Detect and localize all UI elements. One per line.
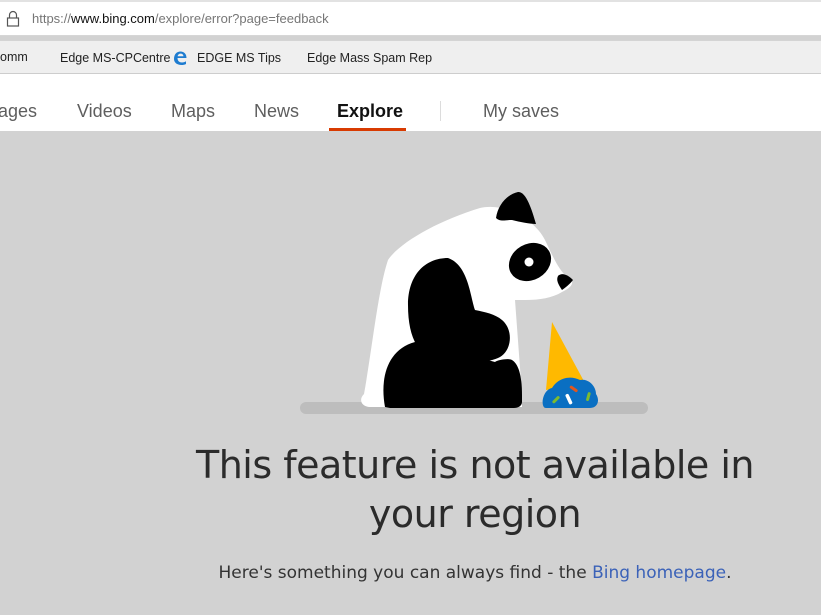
favorite-label: EDGE MS Tips xyxy=(197,51,282,65)
tab-maps[interactable]: Maps xyxy=(171,101,215,122)
url-host: www.bing.com xyxy=(71,11,155,26)
bing-homepage-link[interactable]: Bing homepage xyxy=(592,563,726,583)
favorite-item[interactable]: omm xyxy=(0,50,28,64)
lock-icon xyxy=(6,10,20,27)
microsoft-logo-icon xyxy=(282,50,298,66)
error-subline: Here's something you can always find - t… xyxy=(150,563,800,583)
favorites-bar: omm Edge MS-CPCentre EDGE MS Tips Edge M… xyxy=(0,40,821,74)
tab-my-saves[interactable]: My saves xyxy=(483,101,559,122)
address-bar[interactable]: https://www.bing.com/explore/error?page=… xyxy=(0,0,821,36)
url-text[interactable]: https://www.bing.com/explore/error?page=… xyxy=(32,11,329,26)
url-path: /explore/error?page=feedback xyxy=(154,11,329,26)
favorite-label: Edge MS-CPCentre xyxy=(60,51,171,65)
tab-videos[interactable]: Videos xyxy=(77,101,132,122)
favorite-item[interactable]: Edge Mass Spam Rep xyxy=(282,50,432,66)
microsoft-logo-icon xyxy=(35,50,51,66)
tab-images[interactable]: ages xyxy=(0,101,37,122)
edge-logo-icon xyxy=(174,51,187,65)
favorite-label: Edge Mass Spam Rep xyxy=(307,51,433,65)
favorite-item[interactable]: Edge MS-CPCentre xyxy=(35,50,170,66)
nav-divider xyxy=(440,101,441,121)
panda-ear xyxy=(496,191,536,224)
url-scheme: https:// xyxy=(32,11,72,26)
active-tab-indicator xyxy=(329,128,406,131)
subline-period: . xyxy=(726,563,732,583)
tab-news[interactable]: News xyxy=(254,101,299,122)
favorite-item[interactable]: EDGE MS Tips xyxy=(172,50,281,66)
bing-scope-nav: ages Videos Maps News Explore My saves xyxy=(0,74,821,131)
favorite-label: omm xyxy=(0,50,28,64)
sad-panda-illustration xyxy=(300,191,648,414)
subline-text: Here's something you can always find - t… xyxy=(218,563,593,583)
panda-eye xyxy=(524,257,534,267)
error-headline: This feature is not available in your re… xyxy=(196,443,755,536)
tab-explore[interactable]: Explore xyxy=(337,101,403,122)
